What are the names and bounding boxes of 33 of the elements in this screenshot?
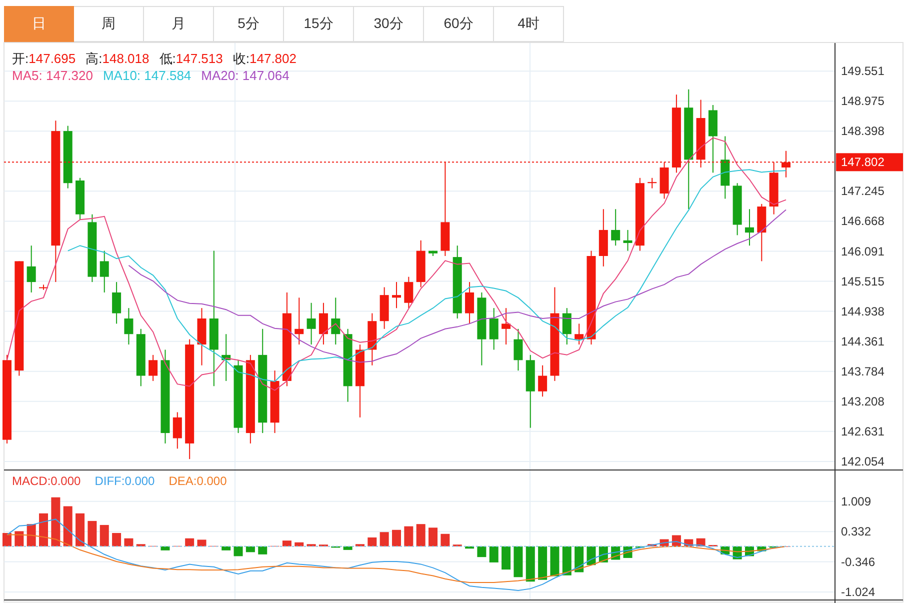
axis-label: 0.332 [841,524,872,539]
last-price-label: 147.802 [836,153,903,172]
axis-label: 144.938 [841,304,884,318]
axis-label: 147.245 [841,184,884,198]
axis-label: 148.975 [841,94,884,108]
legend-text: DIFF:0.000 [94,474,155,488]
axis-label: 1.009 [841,494,872,508]
legend-text: MA5: 147.320 [12,68,93,83]
legend-label: 高: [86,51,102,66]
legend-text: DEA:0.000 [168,474,227,488]
axis-label: 145.515 [841,274,884,288]
axis-label: 148.398 [841,124,884,138]
legend-value: 147.802 [250,51,296,66]
axis-label: 146.091 [841,244,884,258]
legend-label: 收: [232,51,250,66]
legend-text: MA20: 147.064 [201,68,290,83]
axis-label: 149.551 [841,64,884,78]
axis-label: -1.024 [841,585,876,600]
legend-label: 低: [159,51,176,66]
axis-label: 144.361 [841,334,884,348]
ref-line-label: 147.802 [841,155,885,170]
axis-label: 142.631 [841,424,884,438]
axis-label: 143.208 [841,394,884,408]
axis-label: 143.784 [841,364,884,378]
axis-label: 142.054 [841,454,884,468]
legend-text: MACD:0.000 [12,474,81,488]
legend-text: MA10: 147.584 [102,68,192,83]
legend-value: 147.513 [176,51,223,66]
axis-label: 146.668 [841,214,884,228]
legend-label: 开: [12,51,29,66]
axis-label: -0.346 [841,554,876,569]
legend-value: 148.018 [102,51,150,66]
legend-value: 147.695 [28,51,76,66]
